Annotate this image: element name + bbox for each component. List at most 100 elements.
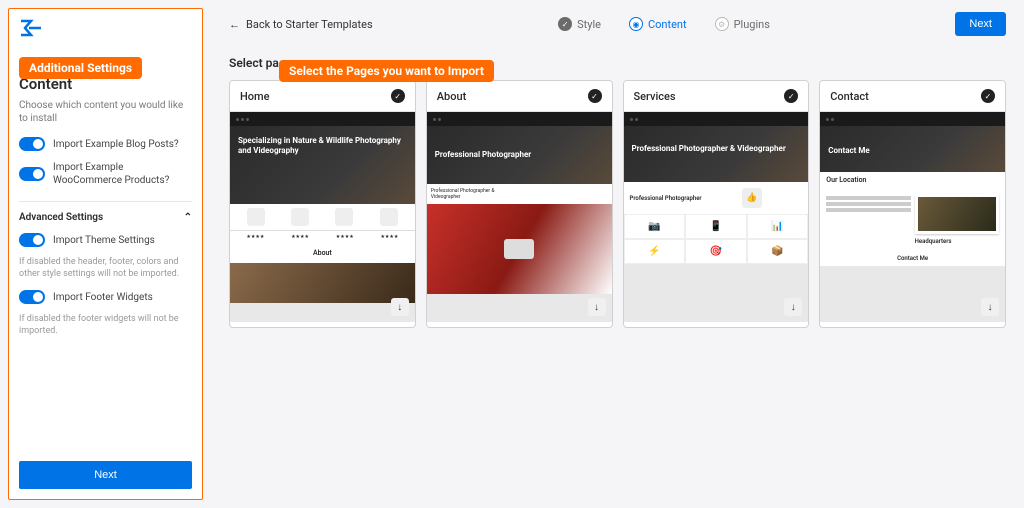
page-card-about[interactable]: About ✓ Professional Photographer Profes… [426, 80, 613, 328]
check-icon[interactable]: ✓ [391, 89, 405, 103]
step-indicator: ✓ Style ◉ Content ⚙ Plugins [558, 17, 770, 31]
callout-additional-settings: Additional Settings [19, 57, 142, 79]
preview-section-title: About [230, 243, 415, 263]
preview-navbar [820, 112, 1005, 126]
back-label: Back to Starter Templates [246, 18, 373, 31]
preview-hero: Contact Me [820, 126, 1005, 172]
page-cards: Home ✓ Specializing in Nature & Wildlife… [229, 80, 1006, 328]
arrow-left-icon: ← [229, 18, 240, 31]
card-name: Contact [830, 90, 869, 103]
step-style-label: Style [577, 18, 601, 31]
arrow-down-icon: ↓ [588, 298, 606, 316]
check-icon: ✓ [558, 17, 572, 31]
step-plugins[interactable]: ⚙ Plugins [715, 17, 770, 31]
callout-select-pages: Select the Pages you want to Import [279, 60, 494, 82]
next-button[interactable]: Next [955, 12, 1006, 36]
toggle-theme[interactable] [19, 233, 45, 247]
page-card-home[interactable]: Home ✓ Specializing in Nature & Wildlife… [229, 80, 416, 328]
preview-stars-row: ★★★★★★★★★★★★★★★★ [230, 231, 415, 243]
card-head: Services ✓ [624, 81, 809, 112]
check-icon[interactable]: ✓ [588, 89, 602, 103]
toggle-blog[interactable] [19, 137, 45, 151]
preview-navbar [427, 112, 612, 126]
preview-contact-body: Headquarters [820, 188, 1005, 251]
preview-image [427, 204, 612, 294]
preview-section-title-2: Headquarters [915, 238, 999, 245]
bolt-icon: ⚡ [624, 239, 686, 264]
toggle-blog-label: Import Example Blog Posts? [53, 138, 179, 151]
preview-navbar [230, 112, 415, 126]
toggle-footer-label: Import Footer Widgets [53, 291, 153, 304]
preview-hero: Professional Photographer [427, 126, 612, 184]
preview-section-title: Professional Photographer & Videographer [427, 184, 519, 204]
card-head: About ✓ [427, 81, 612, 112]
check-icon[interactable]: ✓ [784, 89, 798, 103]
step-style[interactable]: ✓ Style [558, 17, 601, 31]
toggle-footer[interactable] [19, 290, 45, 304]
target-icon: 🎯 [685, 239, 747, 264]
toggle-row-footer: Import Footer Widgets [19, 290, 192, 304]
toggle-row-woo: Import Example WooCommerce Products? [19, 161, 192, 187]
preview-image [230, 263, 415, 303]
preview-hero: Specializing in Nature & Wildlife Photog… [230, 126, 415, 204]
preview-section-title: Professional Photographer [630, 195, 702, 202]
card-preview: Professional Photographer Professional P… [427, 112, 612, 322]
card-head: Home ✓ [230, 81, 415, 112]
card-name: Services [634, 90, 676, 103]
card-head: Contact ✓ [820, 81, 1005, 112]
sidebar-description: Choose which content you would like to i… [19, 99, 192, 125]
topbar: ← Back to Starter Templates ✓ Style ◉ Co… [229, 12, 1006, 36]
sidebar-panel: Additional Settings Content Choose which… [8, 8, 203, 500]
thumbs-up-icon: 👍 [742, 188, 762, 208]
toggle-theme-label: Import Theme Settings [53, 234, 155, 247]
toggle-woo[interactable] [19, 167, 45, 181]
preview-hero-title: Contact Me [828, 146, 997, 156]
page-card-contact[interactable]: Contact ✓ Contact Me Our Location [819, 80, 1006, 328]
advanced-settings-header[interactable]: Advanced Settings ⌃ [19, 201, 192, 223]
toggle-woo-label: Import Example WooCommerce Products? [53, 161, 192, 187]
preview-two-col: Professional Photographer & Videographer [427, 184, 612, 204]
cube-icon: 📦 [747, 239, 809, 264]
page-card-services[interactable]: Services ✓ Professional Photographer & V… [623, 80, 810, 328]
step-content-label: Content [648, 18, 687, 31]
card-preview: Contact Me Our Location Headquarters [820, 112, 1005, 322]
plug-icon: ⚙ [715, 17, 729, 31]
dot-icon: ◉ [629, 17, 643, 31]
toggle-row-theme: Import Theme Settings [19, 233, 192, 247]
step-plugins-label: Plugins [734, 18, 770, 31]
arrow-down-icon: ↓ [391, 298, 409, 316]
chart-icon: 📊 [747, 214, 809, 239]
toggle-row-blog: Import Example Blog Posts? [19, 137, 192, 151]
preview-navbar [624, 112, 809, 126]
phone-icon: 📱 [685, 214, 747, 239]
preview-contact-image: Headquarters [915, 194, 999, 245]
preview-hero: Professional Photographer & Videographer [624, 126, 809, 182]
check-icon[interactable]: ✓ [981, 89, 995, 103]
card-preview: Professional Photographer & Videographer… [624, 112, 809, 322]
step-content[interactable]: ◉ Content [629, 17, 687, 31]
footer-desc: If disabled the footer widgets will not … [19, 314, 192, 337]
preview-contact-info [826, 194, 910, 245]
card-name: About [437, 90, 467, 103]
preview-logo-row [230, 204, 415, 231]
camera-icon: 📷 [624, 214, 686, 239]
preview-hero-title: Professional Photographer [435, 150, 604, 160]
card-name: Home [240, 90, 270, 103]
arrow-down-icon: ↓ [784, 298, 802, 316]
preview-hero-title: Professional Photographer & Videographer [632, 144, 801, 154]
card-preview: Specializing in Nature & Wildlife Photog… [230, 112, 415, 322]
sidebar-next-button[interactable]: Next [19, 461, 192, 489]
brand-logo [19, 19, 43, 37]
chevron-up-icon: ⌃ [184, 212, 192, 223]
preview-section-title-3: Contact Me [820, 251, 1005, 266]
preview-subhead: Professional Photographer 👍 [624, 182, 809, 214]
arrow-down-icon: ↓ [981, 298, 999, 316]
camera-icon [504, 239, 534, 259]
theme-desc: If disabled the header, footer, colors a… [19, 257, 192, 280]
preview-icon-grid: 📷📱📊 ⚡🎯📦 [624, 214, 809, 264]
main-area: ← Back to Starter Templates ✓ Style ◉ Co… [211, 0, 1024, 508]
back-link[interactable]: ← Back to Starter Templates [229, 18, 373, 31]
advanced-settings-label: Advanced Settings [19, 212, 103, 223]
preview-hero-title: Specializing in Nature & Wildlife Photog… [238, 136, 407, 155]
preview-section-title: Our Location [820, 172, 1005, 188]
